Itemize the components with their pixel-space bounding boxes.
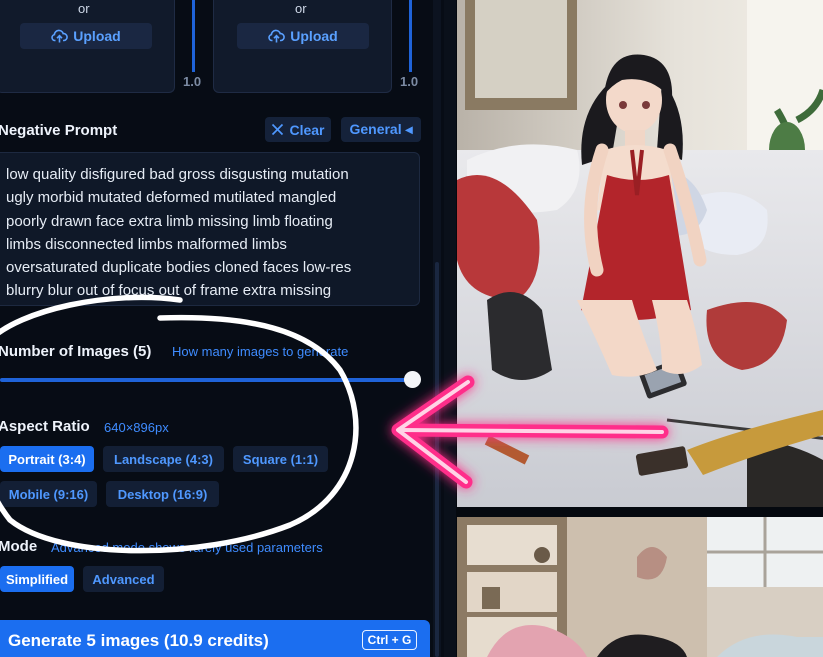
- mode-hint: Advanced mode shows rarely used paramete…: [51, 540, 323, 555]
- panel-divider: [444, 0, 456, 657]
- clear-button[interactable]: Clear: [265, 117, 331, 142]
- prompt-line: oversaturated duplicate bodies cloned fa…: [6, 259, 352, 277]
- aspect-portrait-button[interactable]: Portrait (3:4): [0, 446, 94, 472]
- generated-image-illustration: [457, 0, 823, 507]
- generate-button-label: Generate 5 images (10.9 credits): [8, 631, 269, 650]
- close-icon: [272, 123, 284, 136]
- cloud-upload-icon: [51, 29, 69, 43]
- negative-prompt-textarea[interactable]: low quality disfigured bad gross disgust…: [0, 152, 420, 306]
- prompt-line: poorly drawn face extra limb missing lim…: [6, 212, 333, 230]
- slider-thumb[interactable]: [404, 371, 421, 388]
- number-of-images-label: Number of Images (5): [0, 343, 152, 360]
- generated-image-2-illustration: [457, 517, 823, 657]
- clear-button-label: Clear: [289, 121, 325, 138]
- upload-button[interactable]: Upload: [20, 23, 152, 49]
- aspect-ratio-label: Aspect Ratio: [0, 418, 90, 435]
- image-weight-slider-2[interactable]: [409, 0, 412, 72]
- prompt-line: limbs disconnected limbs malformed limbs: [6, 235, 287, 253]
- general-dropdown-label: General ◂: [349, 121, 413, 137]
- image-weight-value: 1.0: [183, 74, 202, 89]
- aspect-square-button[interactable]: Square (1:1): [233, 446, 328, 472]
- image-weight-slider[interactable]: [192, 0, 195, 72]
- mode-label: Mode: [0, 538, 38, 555]
- negative-prompt-label: Negative Prompt: [0, 122, 118, 139]
- aspect-desktop-button[interactable]: Desktop (16:9): [106, 481, 219, 507]
- prompt-line: blurry blur out of focus out of frame ex…: [6, 282, 332, 300]
- aspect-mobile-button[interactable]: Mobile (9:16): [0, 481, 97, 507]
- or-text: or: [295, 1, 307, 16]
- prompt-line: ugly morbid mutated deformed mutilated m…: [6, 189, 337, 207]
- shortcut-badge: Ctrl + G: [362, 630, 417, 650]
- image-upload-box[interactable]: or Upload: [0, 0, 175, 93]
- aspect-size-readout: 640×896px: [104, 420, 169, 435]
- generated-image[interactable]: [457, 0, 823, 507]
- cloud-upload-icon: [268, 29, 286, 43]
- image-weight-value-2: 1.0: [400, 74, 419, 89]
- generated-image-2[interactable]: [457, 517, 823, 657]
- settings-panel: or Upload 1.0 or Upload 1.0 Negative Pro…: [0, 0, 445, 657]
- scrollbar-thumb[interactable]: [435, 262, 439, 657]
- prompt-line: low quality disfigured bad gross disgust…: [6, 166, 349, 183]
- mode-simplified-button[interactable]: Simplified: [0, 566, 74, 592]
- generate-button[interactable]: Generate 5 images (10.9 credits) Ctrl + …: [0, 620, 430, 657]
- aspect-landscape-button[interactable]: Landscape (4:3): [103, 446, 224, 472]
- upload-button-label: Upload: [290, 28, 338, 44]
- upload-button-2[interactable]: Upload: [237, 23, 369, 49]
- number-of-images-hint: How many images to generate: [172, 344, 349, 359]
- number-of-images-slider[interactable]: [0, 378, 413, 382]
- mode-advanced-button[interactable]: Advanced: [83, 566, 164, 592]
- or-text: or: [78, 1, 90, 16]
- upload-button-label: Upload: [73, 28, 121, 44]
- general-dropdown[interactable]: General ◂: [341, 117, 421, 142]
- image-upload-box-2[interactable]: or Upload: [213, 0, 392, 93]
